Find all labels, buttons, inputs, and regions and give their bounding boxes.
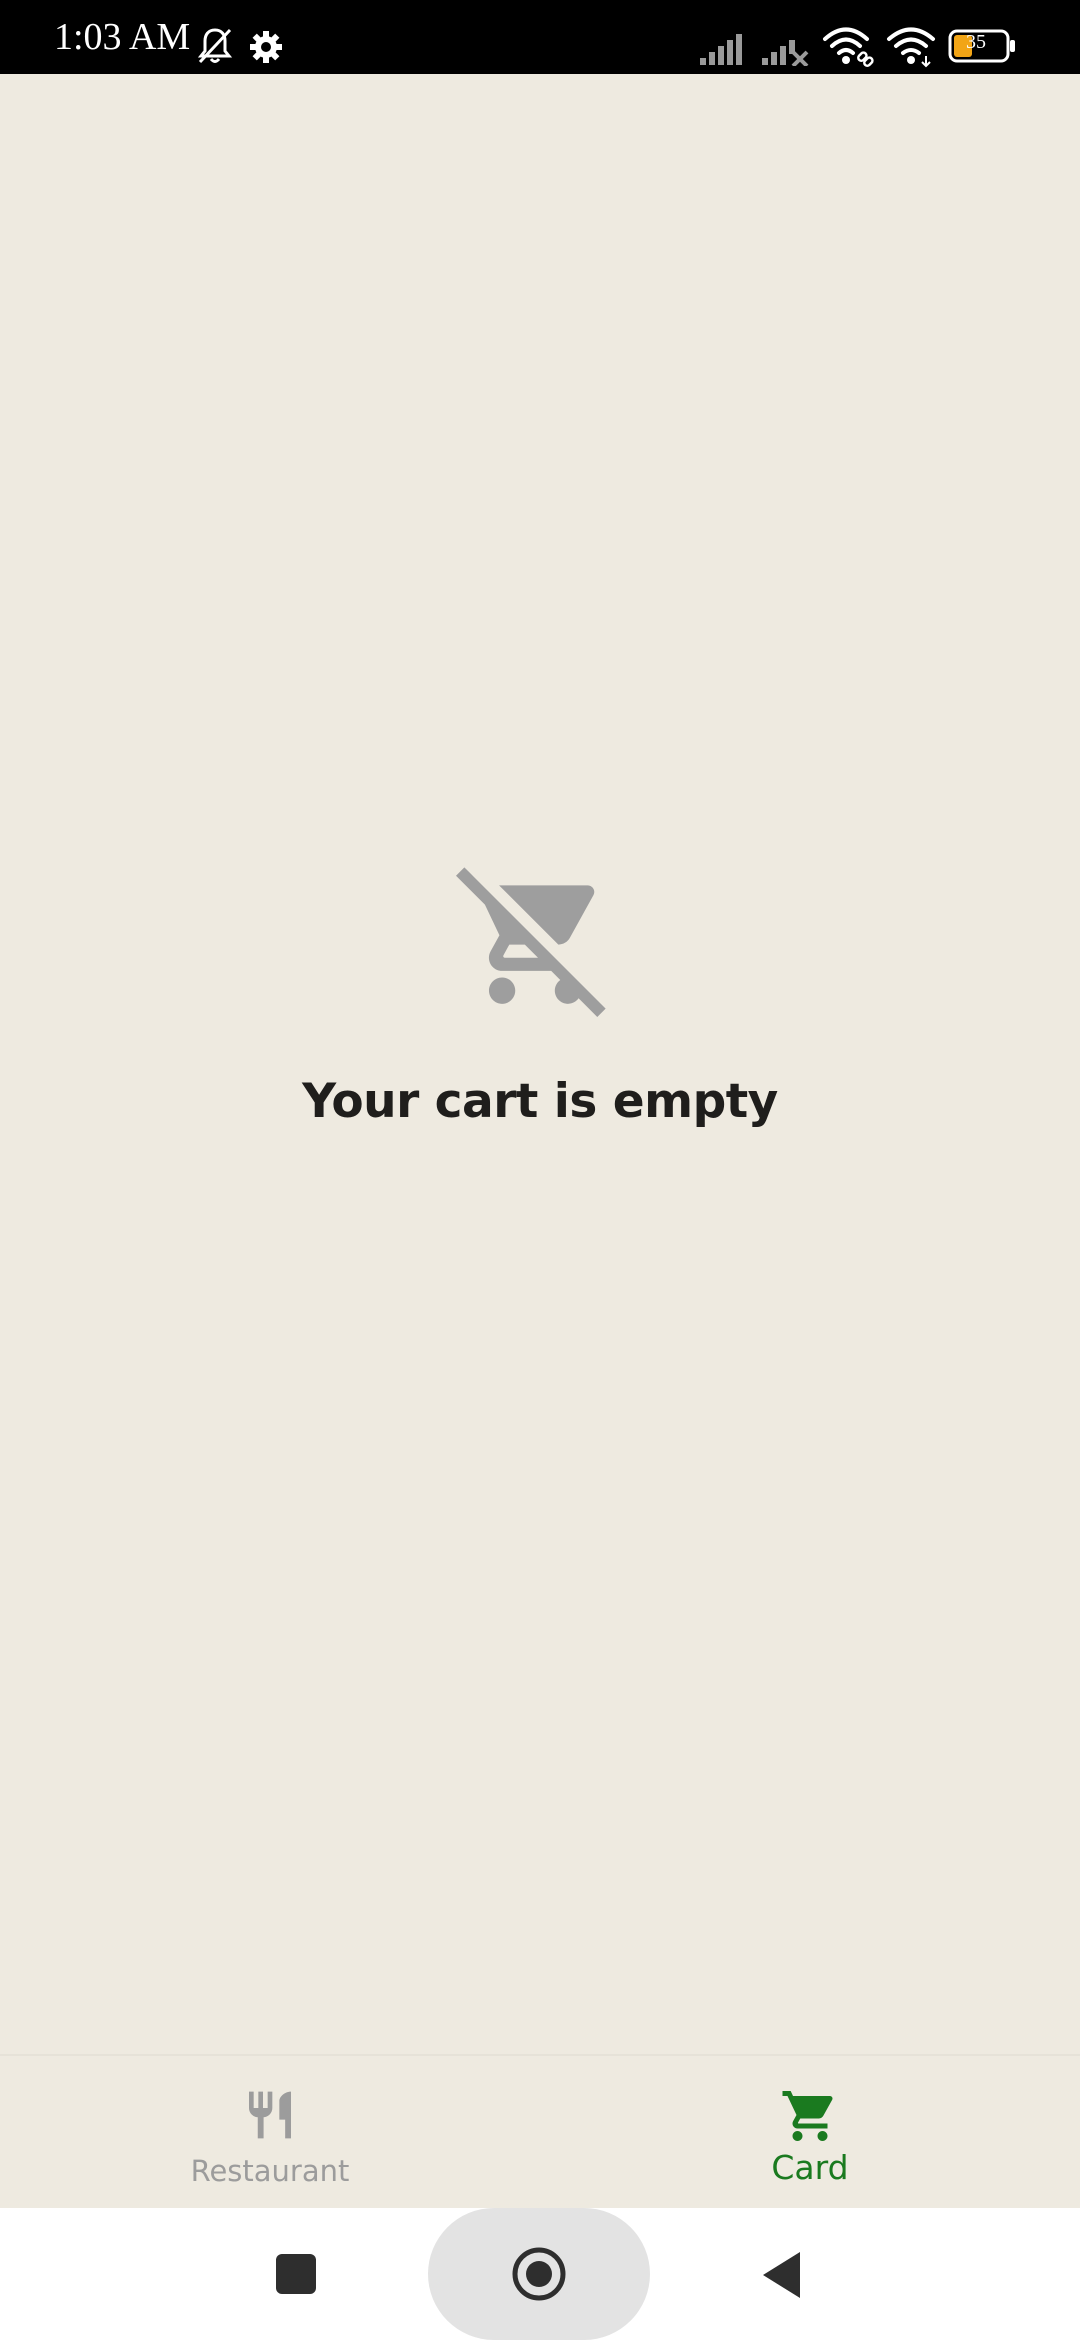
empty-cart-message: Your cart is empty	[302, 1074, 778, 1129]
gear-icon	[250, 31, 282, 63]
signal-off-icon	[762, 40, 809, 66]
fork-knife-icon	[249, 2091, 291, 2139]
remove-shopping-cart-icon	[456, 867, 606, 1017]
recents-button[interactable]	[274, 2252, 318, 2296]
status-bar: 1:03 AM 35	[0, 0, 1080, 74]
status-time: 1:03 AM	[54, 16, 191, 58]
bottom-navigation: Restaurant Card	[0, 2054, 1080, 2208]
wifi-icon	[887, 27, 935, 68]
battery-level: 35	[966, 31, 986, 53]
wifi-link-icon	[823, 27, 874, 67]
bell-off-icon	[197, 28, 233, 64]
nav-tab-card[interactable]: Card	[540, 2056, 1080, 2208]
nav-label-card: Card	[771, 2148, 849, 2187]
system-navigation-bar	[0, 2208, 1080, 2340]
back-button[interactable]	[760, 2250, 804, 2300]
nav-tab-restaurant[interactable]: Restaurant	[0, 2056, 540, 2208]
shopping-cart-icon	[782, 2091, 833, 2141]
nav-label-restaurant: Restaurant	[190, 2154, 350, 2188]
home-button[interactable]	[511, 2246, 567, 2302]
signal-icon	[700, 34, 742, 65]
cart-screen	[0, 74, 1080, 2054]
